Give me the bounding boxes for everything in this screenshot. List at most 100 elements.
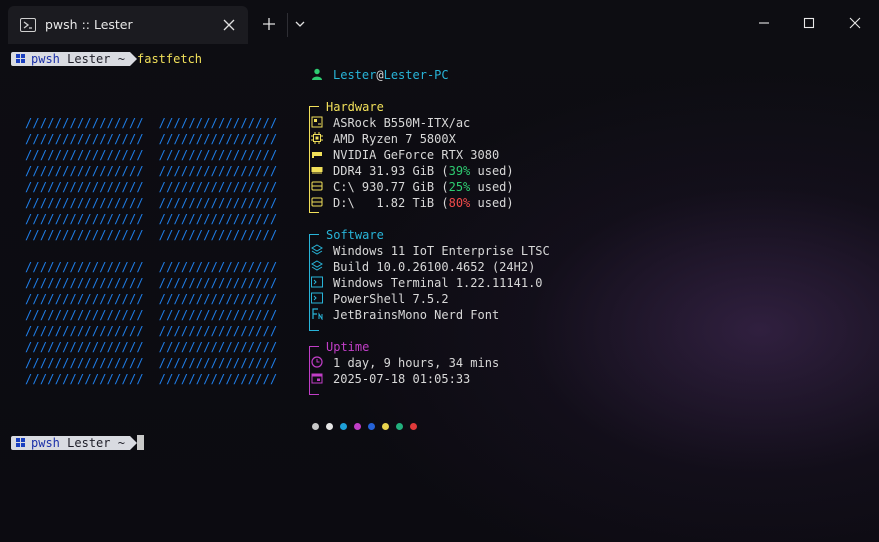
disk-icon <box>311 181 323 191</box>
gpu-icon <box>312 152 322 158</box>
palette-dot <box>326 423 333 430</box>
font-icon <box>312 308 323 320</box>
prompt-user: Lester <box>67 52 111 66</box>
uptime-info: 1 day, 9 hours, 34 mins <box>333 356 500 370</box>
logo-line: //////////////// //////////////// <box>25 180 278 194</box>
windows-logo-icon <box>16 54 26 64</box>
prompt-dir: ~ <box>117 436 125 450</box>
hardware-title: Hardware <box>326 100 384 114</box>
section-bar <box>309 106 310 212</box>
palette-dot <box>340 423 347 430</box>
logo-line: //////////////// //////////////// <box>25 148 278 162</box>
disk-d-text: D:\ 1.82 TiB ( <box>333 196 449 210</box>
layers-icon <box>311 244 323 255</box>
logo-line: //////////////// //////////////// <box>25 356 278 370</box>
uptime-title: Uptime <box>326 340 370 354</box>
terminal-window: pwsh :: Lester pwsh Lester ~ fastfetch L… <box>0 0 879 542</box>
logo-line: //////////////// //////////////// <box>25 196 278 210</box>
font-info: JetBrainsMono Nerd Font <box>333 308 500 322</box>
clock-icon <box>311 356 323 368</box>
cpu-icon <box>311 132 323 144</box>
prompt-shell: pwsh <box>31 52 60 66</box>
disk-icon <box>311 197 323 207</box>
terminal-icon <box>311 292 323 304</box>
palette-dot <box>368 423 375 430</box>
close-tab-icon[interactable] <box>220 16 238 34</box>
logo-line: //////////////// //////////////// <box>25 132 278 146</box>
memory-percent: 39% <box>448 164 471 178</box>
disk-d-info: D:\ 1.82 TiB (80% used) <box>333 195 514 211</box>
palette-dot <box>396 423 403 430</box>
chevron-down-icon[interactable] <box>292 16 308 32</box>
header-user: Lester <box>333 68 377 82</box>
section-tick <box>309 346 319 347</box>
user-icon <box>312 68 322 80</box>
section-tick <box>309 234 319 235</box>
os-info: Windows 11 IoT Enterprise LTSC <box>333 244 550 258</box>
palette-dot <box>382 423 389 430</box>
terminal-icon <box>311 276 323 288</box>
logo-line: //////////////// //////////////// <box>25 228 278 242</box>
palette-dot <box>354 423 361 430</box>
prompt-dir: ~ <box>117 52 125 66</box>
user-host: Lester@Lester-PC <box>333 67 449 83</box>
prompt-user: Lester <box>67 436 111 450</box>
windows-logo-icon <box>16 438 26 448</box>
maximize-icon[interactable] <box>798 12 820 34</box>
disk-c-percent: 25% <box>448 180 471 194</box>
prompt-badge: pwsh Lester ~ <box>11 436 137 450</box>
datetime-info: 2025-07-18 01:05:33 <box>333 372 471 386</box>
section-tick <box>309 330 319 331</box>
software-title: Software <box>326 228 384 242</box>
tab-title: pwsh :: Lester <box>45 17 133 32</box>
prompt-badge: pwsh Lester ~ <box>11 52 137 66</box>
logo-line: //////////////// //////////////// <box>25 292 278 306</box>
section-tick <box>309 394 319 395</box>
memory-info: DDR4 31.93 GiB (39% used) <box>333 163 514 179</box>
logo-line: //////////////// //////////////// <box>25 340 278 354</box>
disk-c-text: C:\ 930.77 GiB ( <box>333 180 449 194</box>
palette-dot <box>312 423 319 430</box>
new-tab-icon[interactable] <box>260 15 278 33</box>
disk-c-info: C:\ 930.77 GiB (25% used) <box>333 179 514 195</box>
gpu-info: NVIDIA GeForce RTX 3080 <box>333 148 500 162</box>
cpu-info: AMD Ryzen 7 5800X <box>333 132 456 146</box>
minimize-icon[interactable] <box>753 12 775 34</box>
command-text: fastfetch <box>137 52 203 66</box>
logo-line: //////////////// //////////////// <box>25 372 278 386</box>
tab-pwsh[interactable]: pwsh :: Lester <box>8 6 248 44</box>
logo-line: //////////////// //////////////// <box>25 308 278 322</box>
terminal-content[interactable]: pwsh Lester ~ fastfetch Lester@Lester-PC… <box>0 48 879 542</box>
section-bar <box>309 346 310 394</box>
section-bar <box>309 234 310 330</box>
build-info: Build 10.0.26100.4652 (24H2) <box>333 260 536 274</box>
terminal-info: Windows Terminal 1.22.11141.0 <box>333 276 543 290</box>
disk-d-suffix: used) <box>470 196 514 210</box>
titlebar-divider <box>287 13 288 37</box>
section-tick <box>309 106 319 107</box>
close-window-icon[interactable] <box>844 12 866 34</box>
layers-icon <box>311 260 323 271</box>
shell-info: PowerShell 7.5.2 <box>333 292 449 306</box>
header-host: Lester-PC <box>383 68 449 82</box>
powershell-icon <box>20 18 36 32</box>
logo-line: //////////////// //////////////// <box>25 212 278 226</box>
disk-c-suffix: used) <box>470 180 514 194</box>
logo-line: //////////////// //////////////// <box>25 276 278 290</box>
calendar-icon <box>311 373 323 384</box>
section-tick <box>309 212 319 213</box>
text-cursor <box>137 435 144 450</box>
logo-line: //////////////// //////////////// <box>25 260 278 274</box>
palette-dot <box>410 423 417 430</box>
memory-icon <box>311 167 323 174</box>
board-info: ASRock B550M-ITX/ac <box>333 116 471 130</box>
disk-d-percent: 80% <box>448 196 471 210</box>
logo-line: //////////////// //////////////// <box>25 164 278 178</box>
memory-suffix: used) <box>470 164 514 178</box>
header-at: @ <box>376 68 384 82</box>
logo-line: //////////////// //////////////// <box>25 324 278 338</box>
logo-line: //////////////// //////////////// <box>25 116 278 130</box>
title-bar: pwsh :: Lester <box>0 0 879 48</box>
memory-text: DDR4 31.93 GiB ( <box>333 164 449 178</box>
prompt-shell: pwsh <box>31 436 60 450</box>
